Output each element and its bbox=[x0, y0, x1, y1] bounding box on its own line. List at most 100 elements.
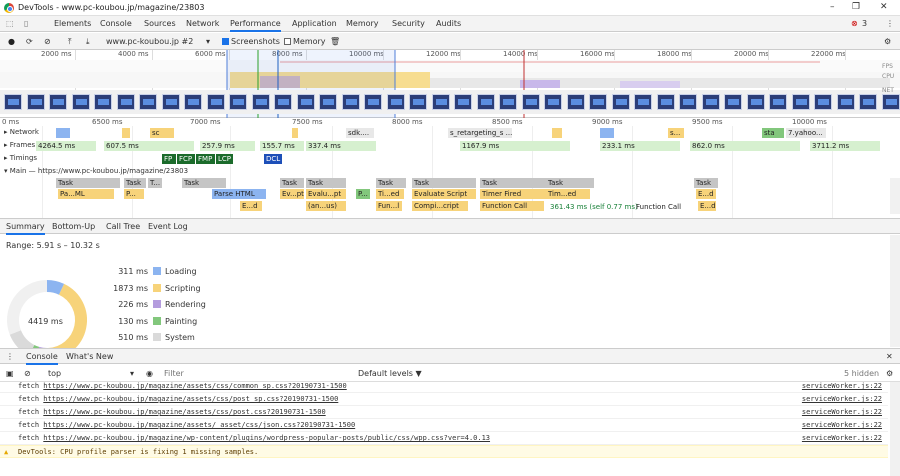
screenshot-thumbnail[interactable] bbox=[431, 94, 450, 110]
screenshot-thumbnail[interactable] bbox=[139, 94, 157, 110]
screenshot-thumbnail[interactable] bbox=[319, 94, 337, 110]
tab-call-tree[interactable]: Call Tree bbox=[106, 222, 140, 231]
more-menu-icon[interactable]: ⋮ bbox=[886, 19, 894, 28]
call-block[interactable]: E...d bbox=[696, 189, 716, 199]
sidebar-toggle-icon[interactable]: ▣ bbox=[6, 369, 14, 378]
chevron-down-icon[interactable]: ▾ bbox=[130, 369, 134, 378]
reload-icon[interactable]: ⟳ bbox=[26, 37, 33, 46]
restore-icon[interactable]: ❐ bbox=[852, 2, 860, 12]
network-item[interactable] bbox=[600, 128, 614, 138]
screenshot-thumbnail[interactable] bbox=[454, 94, 472, 110]
trash-icon[interactable]: 🗑 bbox=[330, 37, 340, 46]
lcp-marker[interactable]: LCP bbox=[216, 154, 233, 164]
call-block[interactable]: Function Call bbox=[480, 201, 544, 211]
task-block[interactable]: Task bbox=[546, 178, 594, 188]
task-block[interactable]: Task bbox=[124, 178, 146, 188]
filter-input[interactable] bbox=[164, 367, 344, 380]
network-item[interactable]: s_retargeting_s ... bbox=[448, 128, 512, 138]
call-block[interactable]: P... bbox=[356, 189, 370, 199]
console-source-link[interactable]: serviceWorker.js:22 bbox=[802, 406, 882, 419]
screenshot-thumbnail[interactable] bbox=[26, 94, 45, 110]
call-block[interactable]: Evaluate Script bbox=[412, 189, 476, 199]
console-url-link[interactable]: https://www.pc-koubou.jp/magazine/assets… bbox=[43, 382, 346, 390]
screenshot-thumbnail[interactable] bbox=[836, 94, 855, 110]
task-block[interactable]: Task bbox=[306, 178, 346, 188]
summary-scrollbar[interactable] bbox=[890, 235, 900, 347]
network-item[interactable]: sta bbox=[762, 128, 784, 138]
inspect-icon[interactable]: ⬚ bbox=[6, 19, 14, 28]
eye-icon[interactable]: ◉ bbox=[146, 369, 153, 378]
call-block[interactable]: P... bbox=[124, 189, 144, 199]
screenshot-thumbnail[interactable] bbox=[859, 94, 877, 110]
flame-scrollbar[interactable] bbox=[890, 178, 900, 214]
screenshot-thumbnail[interactable] bbox=[386, 94, 405, 110]
screenshot-thumbnail[interactable] bbox=[611, 94, 630, 110]
screenshot-thumbnail[interactable] bbox=[791, 94, 810, 110]
frame-block[interactable]: 257.9 ms bbox=[200, 141, 255, 151]
screenshot-thumbnail[interactable] bbox=[274, 94, 292, 110]
screenshots-checkbox[interactable]: Screenshots bbox=[222, 37, 280, 46]
tab-security[interactable]: Security bbox=[392, 19, 425, 28]
network-item[interactable] bbox=[56, 128, 70, 138]
call-block[interactable]: E...d bbox=[240, 201, 262, 211]
console-scrollbar[interactable] bbox=[890, 382, 900, 476]
call-block[interactable]: Ev...pt bbox=[280, 189, 304, 199]
screenshot-thumbnail[interactable] bbox=[701, 94, 720, 110]
error-badge-icon[interactable]: ⊗ bbox=[851, 19, 858, 28]
screenshot-thumbnail[interactable] bbox=[589, 94, 607, 110]
tab-console[interactable]: Console bbox=[100, 19, 132, 28]
clear-console-icon[interactable]: ⊘ bbox=[24, 369, 31, 378]
record-icon[interactable]: ● bbox=[8, 37, 15, 46]
network-item[interactable]: sc bbox=[150, 128, 174, 138]
call-block[interactable]: Parse HTML bbox=[212, 189, 266, 199]
frame-block[interactable]: 862.0 ms bbox=[690, 141, 800, 151]
screenshot-thumbnail[interactable] bbox=[566, 94, 585, 110]
frame-block[interactable]: 3711.2 ms bbox=[810, 141, 880, 151]
screenshot-thumbnail[interactable] bbox=[409, 94, 427, 110]
screenshot-thumbnail[interactable] bbox=[724, 94, 742, 110]
frame-block[interactable]: 337.4 ms bbox=[306, 141, 376, 151]
console-source-link[interactable]: serviceWorker.js:22 bbox=[802, 432, 882, 445]
tab-application[interactable]: Application bbox=[292, 19, 337, 28]
console-source-link[interactable]: serviceWorker.js:22 bbox=[802, 380, 882, 393]
close-drawer-icon[interactable]: ✕ bbox=[886, 352, 893, 361]
frame-block[interactable]: 4264.5 ms bbox=[36, 141, 96, 151]
screenshot-thumbnail[interactable] bbox=[184, 94, 202, 110]
call-block[interactable]: Pa...ML bbox=[58, 189, 114, 199]
fmp-marker[interactable]: FMP bbox=[196, 154, 215, 164]
call-block[interactable]: Tim...ed bbox=[546, 189, 590, 199]
recording-select[interactable]: www.pc-koubou.jp #2 bbox=[106, 37, 193, 46]
task-block[interactable]: Task bbox=[480, 178, 552, 188]
flame-chart[interactable]: 0 ms 6500 ms 7000 ms 7500 ms 8000 ms 8500 ms 9… bbox=[0, 118, 900, 218]
screenshot-thumbnail[interactable] bbox=[814, 94, 832, 110]
clear-icon[interactable]: ⊘ bbox=[44, 37, 51, 46]
call-block[interactable]: Fun...l bbox=[376, 201, 402, 211]
task-block[interactable]: Task bbox=[280, 178, 304, 188]
screenshot-thumbnail[interactable] bbox=[499, 94, 517, 110]
screenshot-thumbnail[interactable] bbox=[544, 94, 562, 110]
drawer-tab-console[interactable]: Console bbox=[26, 352, 58, 365]
screenshot-thumbnail[interactable] bbox=[251, 94, 270, 110]
screenshot-thumbnail[interactable] bbox=[94, 94, 112, 110]
screenshot-thumbnail[interactable] bbox=[296, 94, 315, 110]
drawer-menu-icon[interactable]: ⋮ bbox=[6, 352, 14, 361]
frame-block[interactable]: 607.5 ms bbox=[104, 141, 194, 151]
main-level3-row[interactable]: 361.43 ms (self 0.77 ms) Function Call E… bbox=[0, 201, 890, 214]
frame-block[interactable]: 155.7 ms bbox=[260, 141, 304, 151]
screenshot-thumbnail[interactable] bbox=[116, 94, 135, 110]
upload-icon[interactable]: ⤒ bbox=[68, 37, 72, 47]
console-url-link[interactable]: https://www.pc-koubou.jp/magazine/assets… bbox=[43, 421, 355, 429]
frames-track[interactable]: ▸ Frames 4264.5 ms 607.5 ms 257.9 ms 155.7 … bbox=[0, 140, 890, 153]
timeline-overview[interactable]: 2000 ms 4000 ms 6000 ms 8000 ms 10000 ms 1200… bbox=[0, 50, 900, 118]
call-block[interactable]: Ti...ed bbox=[376, 189, 404, 199]
dcl-marker[interactable]: DCL bbox=[264, 154, 282, 164]
screenshot-thumbnail[interactable] bbox=[206, 94, 225, 110]
tab-summary[interactable]: Summary bbox=[6, 222, 45, 235]
screenshot-thumbnail[interactable] bbox=[161, 94, 180, 110]
network-item[interactable]: sdk.... bbox=[346, 128, 374, 138]
call-block[interactable]: Evalu...pt bbox=[306, 189, 346, 199]
call-block[interactable]: (an...us) bbox=[306, 201, 346, 211]
drawer-tab-whats-new[interactable]: What's New bbox=[66, 352, 113, 361]
screenshot-thumbnail[interactable] bbox=[881, 94, 900, 110]
frame-block[interactable]: 1167.9 ms bbox=[460, 141, 570, 151]
